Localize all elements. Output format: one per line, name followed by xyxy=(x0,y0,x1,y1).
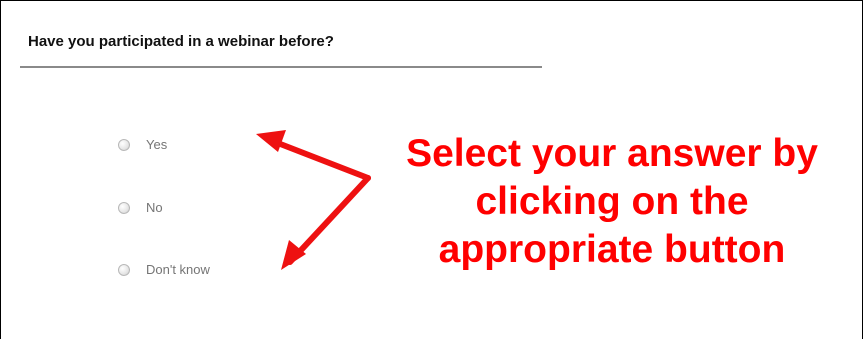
callout-line-1: Select your answer by xyxy=(406,132,818,175)
callout-line-2: clicking on the xyxy=(475,180,749,223)
arrow-to-dont-know-line xyxy=(287,175,371,265)
arrow-head-yes-icon xyxy=(256,130,286,152)
instruction-callout: Select your answer by clicking on the ap… xyxy=(362,130,862,274)
callout-line-3: appropriate button xyxy=(438,228,786,271)
arrow-to-yes-line xyxy=(267,137,371,181)
